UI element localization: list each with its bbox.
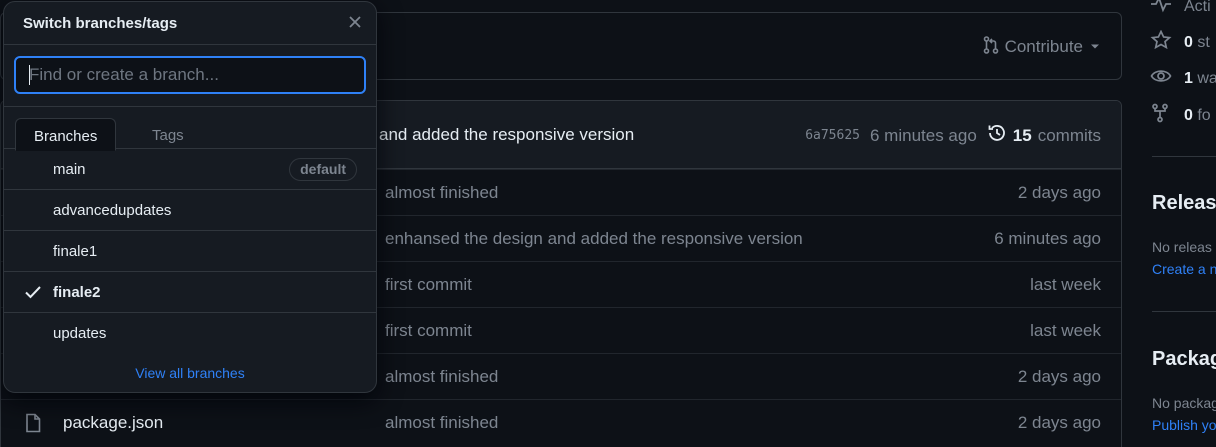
file-commit-age: 6 minutes ago (994, 229, 1101, 248)
branch-item-advancedupdates[interactable]: advancedupdates (4, 190, 376, 231)
file-commit-message[interactable]: almost finished (385, 367, 498, 387)
contribute-button[interactable]: Contribute (983, 35, 1101, 59)
eye-icon (1150, 66, 1172, 91)
branch-name: finale1 (53, 243, 98, 260)
contribute-label: Contribute (1004, 37, 1083, 56)
default-badge: default (289, 158, 357, 181)
branch-search-input[interactable] (14, 56, 366, 94)
publish-package-link[interactable]: Publish yo (1152, 417, 1216, 433)
file-icon (25, 413, 41, 438)
forks-label: fo (1197, 106, 1211, 124)
activity-stat[interactable]: Acti (1150, 0, 1211, 19)
file-name[interactable]: package.json (63, 413, 163, 433)
tab-tags[interactable]: Tags (134, 118, 202, 150)
branch-switcher-dropdown: Switch branches/tags Branches Tags main … (3, 1, 377, 393)
chevron-down-icon (1089, 37, 1101, 57)
git-pull-request-icon (983, 35, 999, 59)
create-release-link[interactable]: Create a n (1152, 261, 1216, 277)
sidebar-divider (1152, 156, 1216, 157)
branch-filter (4, 44, 376, 106)
forks-count: 0 (1184, 106, 1193, 124)
watching-count: 1 (1184, 69, 1193, 87)
commits-label: commits (1037, 125, 1101, 145)
file-commit-age: 2 days ago (1017, 367, 1101, 386)
file-commit-age: 2 days ago (1017, 413, 1101, 432)
file-commit-age: last week (1030, 321, 1101, 340)
file-commit-message[interactable]: enhansed the design and added the respon… (385, 229, 803, 249)
fork-icon (1150, 103, 1172, 128)
commits-count: 15 (1012, 125, 1032, 145)
branch-item-updates[interactable]: updates (4, 313, 376, 354)
tab-branches[interactable]: Branches (15, 118, 117, 151)
packages-empty-text: No packag (1152, 395, 1216, 411)
branch-item-finale2[interactable]: finale2 (4, 272, 376, 313)
view-all-branches-link[interactable]: View all branches (4, 365, 376, 381)
text-caret (29, 65, 30, 85)
sidebar-divider (1152, 311, 1216, 312)
star-icon (1150, 29, 1172, 55)
branch-name: updates (53, 325, 107, 342)
file-row[interactable]: package.json almost finished 2 days ago (1, 399, 1121, 445)
check-icon (24, 284, 42, 304)
latest-commit-message[interactable]: and added the responsive version (379, 125, 634, 145)
dropdown-header: Switch branches/tags (4, 2, 376, 44)
stars-stat[interactable]: 0 st (1150, 29, 1210, 55)
close-icon[interactable] (347, 14, 363, 30)
releases-empty-text: No releas (1152, 239, 1212, 255)
file-commit-message[interactable]: almost finished (385, 183, 498, 203)
forks-stat[interactable]: 0 fo (1150, 103, 1211, 128)
watching-stat[interactable]: 1 wa (1150, 66, 1216, 91)
file-commit-age: last week (1030, 275, 1101, 294)
packages-heading[interactable]: Packag (1152, 348, 1216, 371)
branch-name: main (53, 161, 86, 178)
pulse-icon (1150, 0, 1172, 19)
branch-item-finale1[interactable]: finale1 (4, 231, 376, 272)
releases-heading[interactable]: Release (1152, 192, 1216, 215)
watching-label: wa (1197, 69, 1216, 87)
repo-page: Contribute and added the responsive vers… (0, 0, 1216, 447)
history-icon (987, 123, 1007, 148)
about-sidebar: Acti 0 st 1 wa 0 fo Release No releas Cr… (1150, 0, 1216, 447)
stars-count: 0 (1184, 33, 1193, 51)
branch-name: finale2 (53, 284, 101, 301)
branch-item-main[interactable]: main default (4, 149, 376, 190)
file-commit-message[interactable]: first commit (385, 321, 472, 341)
commit-sha[interactable]: 6a75625 (805, 128, 860, 143)
latest-commit-meta: 6a75625 6 minutes ago 15 commits (805, 123, 1101, 148)
file-commit-message[interactable]: almost finished (385, 413, 498, 433)
stars-label: st (1197, 33, 1210, 51)
branch-tag-tabs: Branches Tags (4, 106, 376, 151)
dropdown-title: Switch branches/tags (23, 15, 178, 32)
commits-link[interactable]: 15 commits (987, 123, 1101, 148)
branch-name: advancedupdates (53, 202, 172, 219)
file-commit-age: 2 days ago (1017, 183, 1101, 202)
commit-age: 6 minutes ago (870, 125, 977, 145)
file-commit-message[interactable]: first commit (385, 275, 472, 295)
activity-label: Acti (1184, 0, 1211, 15)
branch-list: main default advancedupdates finale1 fin… (4, 149, 376, 354)
